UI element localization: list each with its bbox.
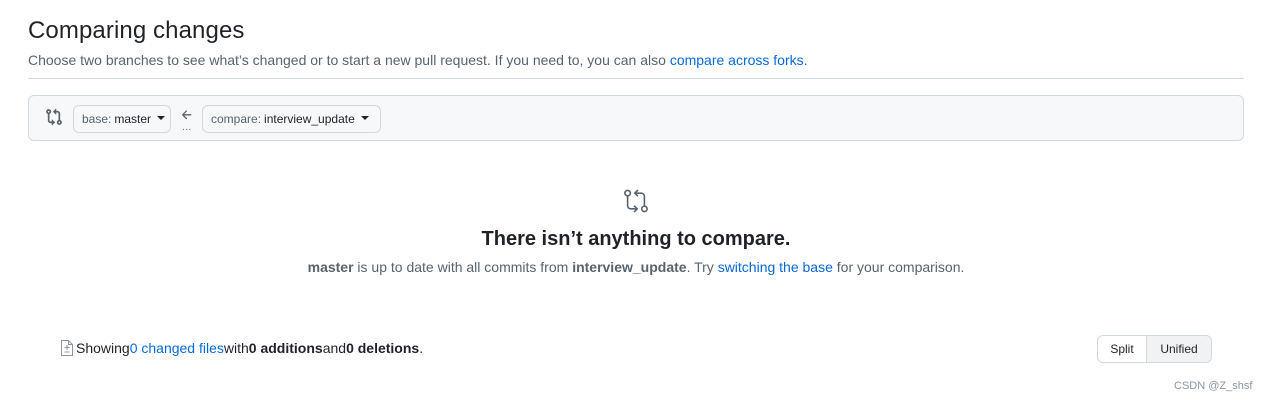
blankslate-text: is up to date with all commits from [353,259,573,275]
watermark: CSDN @Z_shsf [1174,380,1253,392]
toc-text: and [322,340,347,356]
base-branch-ref: master [307,259,354,275]
compare-across-forks-link[interactable]: compare across forks [670,52,804,68]
range-dots: ... [182,122,192,133]
base-branch-select[interactable]: base: master [73,105,171,133]
compare-branch-select[interactable]: compare: interview_update [202,105,381,133]
blankslate-text: for your comparison. [832,259,965,275]
page-description: Choose two branches to see what’s change… [28,52,808,68]
page-title: Comparing changes [28,17,245,44]
file-diff-icon [61,340,73,356]
blankslate-text: . Try [686,259,718,275]
header-divider [28,78,1244,79]
diff-summary: Showing 0 changed files with 0 additions… [60,340,423,356]
description-period: . [803,52,808,68]
git-compare-icon [46,108,62,126]
base-label: base: [82,112,112,126]
compare-branch-name: interview_update [264,112,355,126]
split-view-button[interactable]: Split [1097,335,1147,363]
switching-the-base-link[interactable]: switching the base [718,259,833,275]
base-branch-name: master [114,112,152,126]
description-text: Choose two branches to see what’s change… [28,52,670,68]
arrow-left-icon [181,110,192,120]
compare-branch-ref: interview_update [572,259,687,275]
blankslate-description: master is up to date with all commits fr… [0,259,1267,275]
range-arrow: ... [178,106,196,134]
toc-text: with [223,340,249,356]
toc-text: Showing [76,340,130,356]
additions-count: 0 additions [248,340,323,356]
blankslate-title: There isn’t anything to compare. [481,228,791,250]
caret-down-icon [360,116,369,120]
unified-view-button[interactable]: Unified [1147,335,1212,363]
diff-view-toggle: Split Unified [1097,335,1212,363]
deletions-count: 0 deletions [346,340,420,356]
caret-down-icon [157,116,166,120]
git-compare-icon [624,189,648,213]
toc-text: . [419,340,424,356]
range-editor: base: master ... compare: interview_upda… [28,95,1244,141]
compare-label: compare: [211,112,262,126]
changed-files-link[interactable]: 0 changed files [130,340,224,356]
